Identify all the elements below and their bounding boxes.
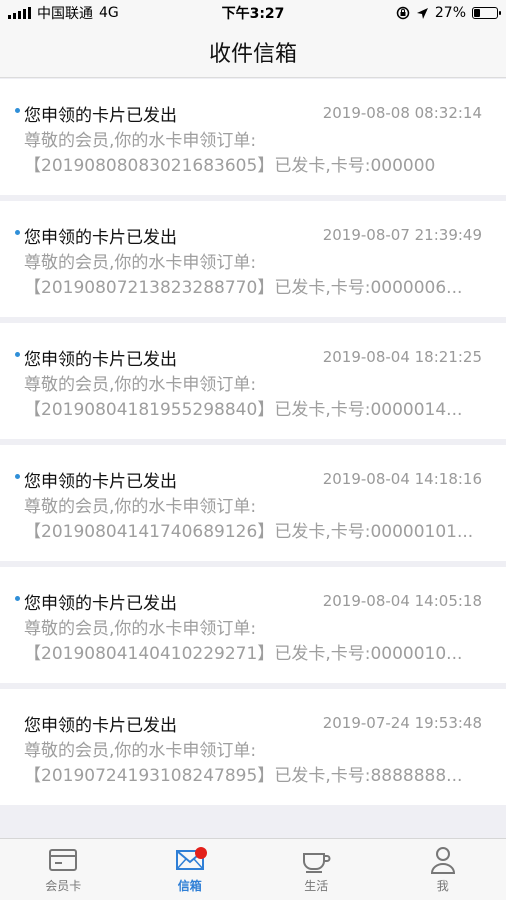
message-time: 2019-07-24 19:53:48 — [322, 714, 482, 732]
message-item[interactable]: 您申领的卡片已发出 2019-07-24 19:53:48 尊敬的会员,你的水卡… — [0, 689, 506, 805]
unread-dot-icon — [15, 108, 20, 113]
message-list: 您申领的卡片已发出 2019-08-08 08:32:14 尊敬的会员,你的水卡… — [0, 79, 506, 811]
battery-percent: 27% — [434, 5, 466, 21]
message-time: 2019-08-04 14:18:16 — [322, 470, 482, 488]
network-type: 4G — [99, 5, 119, 21]
battery-icon — [472, 7, 501, 19]
tab-label: 我 — [436, 878, 449, 893]
status-right: 27% — [396, 5, 501, 21]
tab-label: 会员卡 — [45, 878, 82, 893]
page-title: 收件信箱 — [208, 41, 297, 67]
message-preview-line1: 尊敬的会员,你的水卡申领订单: — [24, 619, 257, 639]
signal-icon — [8, 7, 31, 19]
message-preview-line2: 【20190808083021683605】已发卡,卡号:000000 — [24, 156, 436, 176]
message-item[interactable]: 您申领的卡片已发出 2019-08-08 08:32:14 尊敬的会员,你的水卡… — [0, 79, 506, 195]
tab-life[interactable]: 生活 — [253, 839, 380, 900]
message-time: 2019-08-08 08:32:14 — [322, 104, 482, 122]
message-preview-line1: 尊敬的会员,你的水卡申领订单: — [24, 253, 257, 273]
orientation-lock-icon — [396, 6, 410, 20]
message-time: 2019-08-04 14:05:18 — [322, 592, 482, 610]
message-time: 2019-08-07 21:39:49 — [322, 226, 482, 244]
status-left: 中国联通 4G — [8, 3, 119, 23]
tab-label: 生活 — [304, 878, 329, 893]
tab-label: 信箱 — [177, 878, 202, 893]
tab-mailbox[interactable]: 信箱 — [127, 839, 254, 900]
message-preview-line2: 【20190804140410229271】已发卡,卡号:0000010... — [24, 644, 463, 664]
message-item[interactable]: 您申领的卡片已发出 2019-08-04 18:21:25 尊敬的会员,你的水卡… — [0, 323, 506, 439]
tab-member-card[interactable]: 会员卡 — [0, 839, 127, 900]
message-item[interactable]: 您申领的卡片已发出 2019-08-07 21:39:49 尊敬的会员,你的水卡… — [0, 201, 506, 317]
unread-dot-icon — [15, 596, 20, 601]
message-time: 2019-08-04 18:21:25 — [322, 348, 482, 366]
message-title: 您申领的卡片已发出 — [24, 105, 177, 126]
card-icon — [49, 848, 78, 871]
cup-icon — [303, 852, 331, 873]
location-arrow-icon — [416, 7, 428, 19]
message-preview-line1: 尊敬的会员,你的水卡申领订单: — [24, 497, 257, 517]
message-preview-line1: 尊敬的会员,你的水卡申领订单: — [24, 131, 257, 151]
carrier-name: 中国联通 — [37, 6, 93, 22]
message-title: 您申领的卡片已发出 — [24, 715, 177, 736]
unread-dot-icon — [15, 474, 20, 479]
message-title: 您申领的卡片已发出 — [24, 349, 177, 370]
message-title: 您申领的卡片已发出 — [24, 593, 177, 614]
unread-dot-icon — [15, 352, 20, 357]
message-title: 您申领的卡片已发出 — [24, 227, 177, 248]
message-title: 您申领的卡片已发出 — [24, 471, 177, 492]
message-preview-line2: 【20190804181955298840】已发卡,卡号:0000014... — [24, 400, 463, 420]
person-icon — [430, 846, 455, 874]
message-preview-line1: 尊敬的会员,你的水卡申领订单: — [24, 741, 257, 761]
message-preview-line2: 【20190804141740689126】已发卡,卡号:00000101... — [24, 522, 474, 542]
tab-me[interactable]: 我 — [380, 839, 506, 900]
unread-dot-icon — [15, 230, 20, 235]
message-preview-line2: 【20190807213823288770】已发卡,卡号:0000006... — [24, 278, 463, 298]
nav-bar: 收件信箱 — [0, 26, 506, 78]
tab-bar: 会员卡 信箱 生活 我 — [0, 838, 506, 900]
status-bar: 中国联通 4G 下午3:27 27% — [0, 0, 506, 26]
message-item[interactable]: 您申领的卡片已发出 2019-08-04 14:18:16 尊敬的会员,你的水卡… — [0, 445, 506, 561]
notification-badge — [194, 847, 207, 859]
message-preview-line2: 【20190724193108247895】已发卡,卡号:8888888... — [24, 766, 463, 786]
message-item[interactable]: 您申领的卡片已发出 2019-08-04 14:05:18 尊敬的会员,你的水卡… — [0, 567, 506, 683]
message-preview-line1: 尊敬的会员,你的水卡申领订单: — [24, 375, 257, 395]
